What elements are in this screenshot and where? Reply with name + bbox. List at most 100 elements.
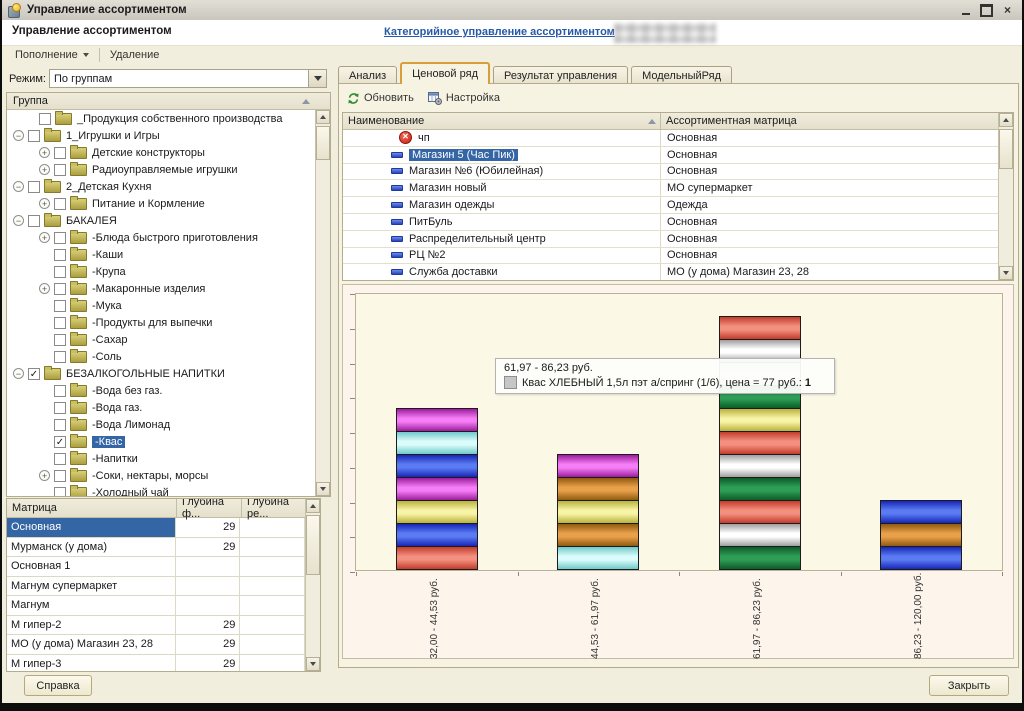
checkbox[interactable]: [54, 147, 66, 159]
checkbox[interactable]: [54, 385, 66, 397]
matrix-col-header[interactable]: Матрица: [7, 499, 177, 517]
checkbox[interactable]: [39, 113, 51, 125]
checkbox[interactable]: [28, 181, 40, 193]
bar-segment-silver[interactable]: [719, 454, 801, 478]
table-row[interactable]: Основная 1: [7, 557, 305, 577]
bar-segment-magenta[interactable]: [396, 477, 478, 501]
bar-segment-orange[interactable]: [880, 523, 962, 547]
settings-button[interactable]: Настройка: [428, 92, 500, 105]
table-row[interactable]: Магазин новыйМО супермаркет: [343, 180, 998, 197]
stores-scrollbar[interactable]: [998, 113, 1013, 280]
table-row[interactable]: ПитБульОсновная: [343, 214, 998, 231]
help-button[interactable]: Справка: [24, 675, 92, 696]
bar-segment-cyan[interactable]: [557, 546, 639, 570]
scroll-down-button[interactable]: [316, 482, 330, 496]
collapse-icon[interactable]: −: [13, 368, 24, 379]
checkbox[interactable]: [54, 283, 66, 295]
tree-item[interactable]: -Продукты для выпечки: [7, 314, 315, 331]
bar-segment-magenta[interactable]: [557, 454, 639, 478]
tree-item[interactable]: +Питание и Кормление: [7, 195, 315, 212]
bar-segment-red[interactable]: [719, 316, 801, 340]
tree-item[interactable]: -Мука: [7, 297, 315, 314]
stacked-bar[interactable]: [880, 500, 962, 570]
expand-icon[interactable]: +: [39, 470, 50, 481]
checkbox[interactable]: [54, 249, 66, 261]
tree-item[interactable]: −1_Игрушки и Игры: [7, 127, 315, 144]
tree-item[interactable]: ✓-Квас: [7, 433, 315, 450]
checkbox[interactable]: [54, 487, 66, 497]
bar-segment-green[interactable]: [719, 546, 801, 570]
table-row[interactable]: М гипер-229: [7, 616, 305, 636]
expand-icon[interactable]: +: [39, 198, 50, 209]
depth-r-col-header[interactable]: Глубина ре...: [242, 499, 305, 517]
tree-item[interactable]: +-Макаронные изделия: [7, 280, 315, 297]
tree-item[interactable]: +-Блюда быстрого приготовления: [7, 229, 315, 246]
tree-scrollbar[interactable]: [315, 110, 330, 496]
close-form-button[interactable]: Закрыть: [929, 675, 1009, 696]
maximize-button[interactable]: [978, 3, 995, 17]
category-management-link[interactable]: Категорийное управление ассортиментом: [384, 26, 615, 38]
stacked-bar[interactable]: [396, 408, 478, 570]
checkbox[interactable]: [54, 266, 66, 278]
tab-ценовой-ряд[interactable]: Ценовой ряд: [400, 62, 490, 84]
tree-item[interactable]: −БАКАЛЕЯ: [7, 212, 315, 229]
scroll-thumb[interactable]: [999, 129, 1013, 169]
table-row[interactable]: Магазин одеждыОдежда: [343, 197, 998, 214]
checkbox[interactable]: [54, 198, 66, 210]
checkbox[interactable]: [54, 470, 66, 482]
tree-item[interactable]: +Детские конструкторы: [7, 144, 315, 161]
stacked-bar[interactable]: [557, 454, 639, 570]
checkbox[interactable]: [54, 317, 66, 329]
collapse-icon[interactable]: −: [13, 215, 24, 226]
replenish-button[interactable]: Пополнение: [10, 47, 94, 63]
table-row[interactable]: МО (у дома) Магазин 23, 2829: [7, 635, 305, 655]
bar-segment-blue[interactable]: [396, 454, 478, 478]
bar-segment-green[interactable]: [719, 477, 801, 501]
tab-модельныйряд[interactable]: МодельныйРяд: [631, 66, 732, 84]
tree-item[interactable]: -Соль: [7, 348, 315, 365]
checkbox[interactable]: ✓: [28, 368, 40, 380]
collapse-icon[interactable]: −: [13, 181, 24, 192]
bar-segment-orange[interactable]: [557, 477, 639, 501]
scroll-down-button[interactable]: [999, 266, 1013, 280]
tree-item[interactable]: -Вода без газ.: [7, 382, 315, 399]
table-row[interactable]: Мурманск (у дома)29: [7, 538, 305, 558]
tab-анализ[interactable]: Анализ: [338, 66, 397, 84]
table-row[interactable]: РЦ №2Основная: [343, 248, 998, 265]
tab-результат-управления[interactable]: Результат управления: [493, 66, 628, 84]
checkbox[interactable]: [54, 334, 66, 346]
checkbox[interactable]: [28, 215, 40, 227]
checkbox[interactable]: [28, 130, 40, 142]
table-row[interactable]: ✕чпОсновная: [343, 130, 998, 147]
table-row[interactable]: М гипер-329: [7, 655, 305, 672]
table-row[interactable]: Магазин 5 (Час Пик)Основная: [343, 147, 998, 164]
checkbox[interactable]: [54, 164, 66, 176]
tree-item[interactable]: −2_Детская Кухня: [7, 178, 315, 195]
tree-item[interactable]: -Крупа: [7, 263, 315, 280]
bar-segment-blue[interactable]: [396, 523, 478, 547]
table-row[interactable]: Магазин №6 (Юбилейная)Основная: [343, 164, 998, 181]
bar-segment-orange[interactable]: [557, 523, 639, 547]
tree-item[interactable]: -Сахар: [7, 331, 315, 348]
mode-select[interactable]: По группам: [49, 69, 327, 88]
group-tree-header[interactable]: Группа: [7, 93, 330, 110]
table-row[interactable]: Магнум: [7, 596, 305, 616]
remove-button[interactable]: Удаление: [105, 47, 165, 63]
expand-icon[interactable]: +: [39, 164, 50, 175]
checkbox[interactable]: [54, 232, 66, 244]
tree-item[interactable]: -Холодный чай: [7, 484, 315, 496]
scroll-thumb[interactable]: [306, 515, 320, 575]
tree-item[interactable]: -Вода Лимонад: [7, 416, 315, 433]
bar-segment-magenta[interactable]: [396, 408, 478, 432]
bar-segment-yellow[interactable]: [396, 500, 478, 524]
bar-segment-yellow[interactable]: [557, 500, 639, 524]
scroll-thumb[interactable]: [316, 126, 330, 160]
table-row[interactable]: Магнум супермаркет: [7, 577, 305, 597]
scroll-up-button[interactable]: [999, 113, 1013, 127]
checkbox[interactable]: [54, 419, 66, 431]
minimize-button[interactable]: [957, 3, 974, 17]
table-row[interactable]: Служба доставкиМО (у дома) Магазин 23, 2…: [343, 264, 998, 280]
checkbox[interactable]: [54, 453, 66, 465]
matrix-scrollbar[interactable]: [305, 499, 320, 671]
checkbox[interactable]: [54, 351, 66, 363]
